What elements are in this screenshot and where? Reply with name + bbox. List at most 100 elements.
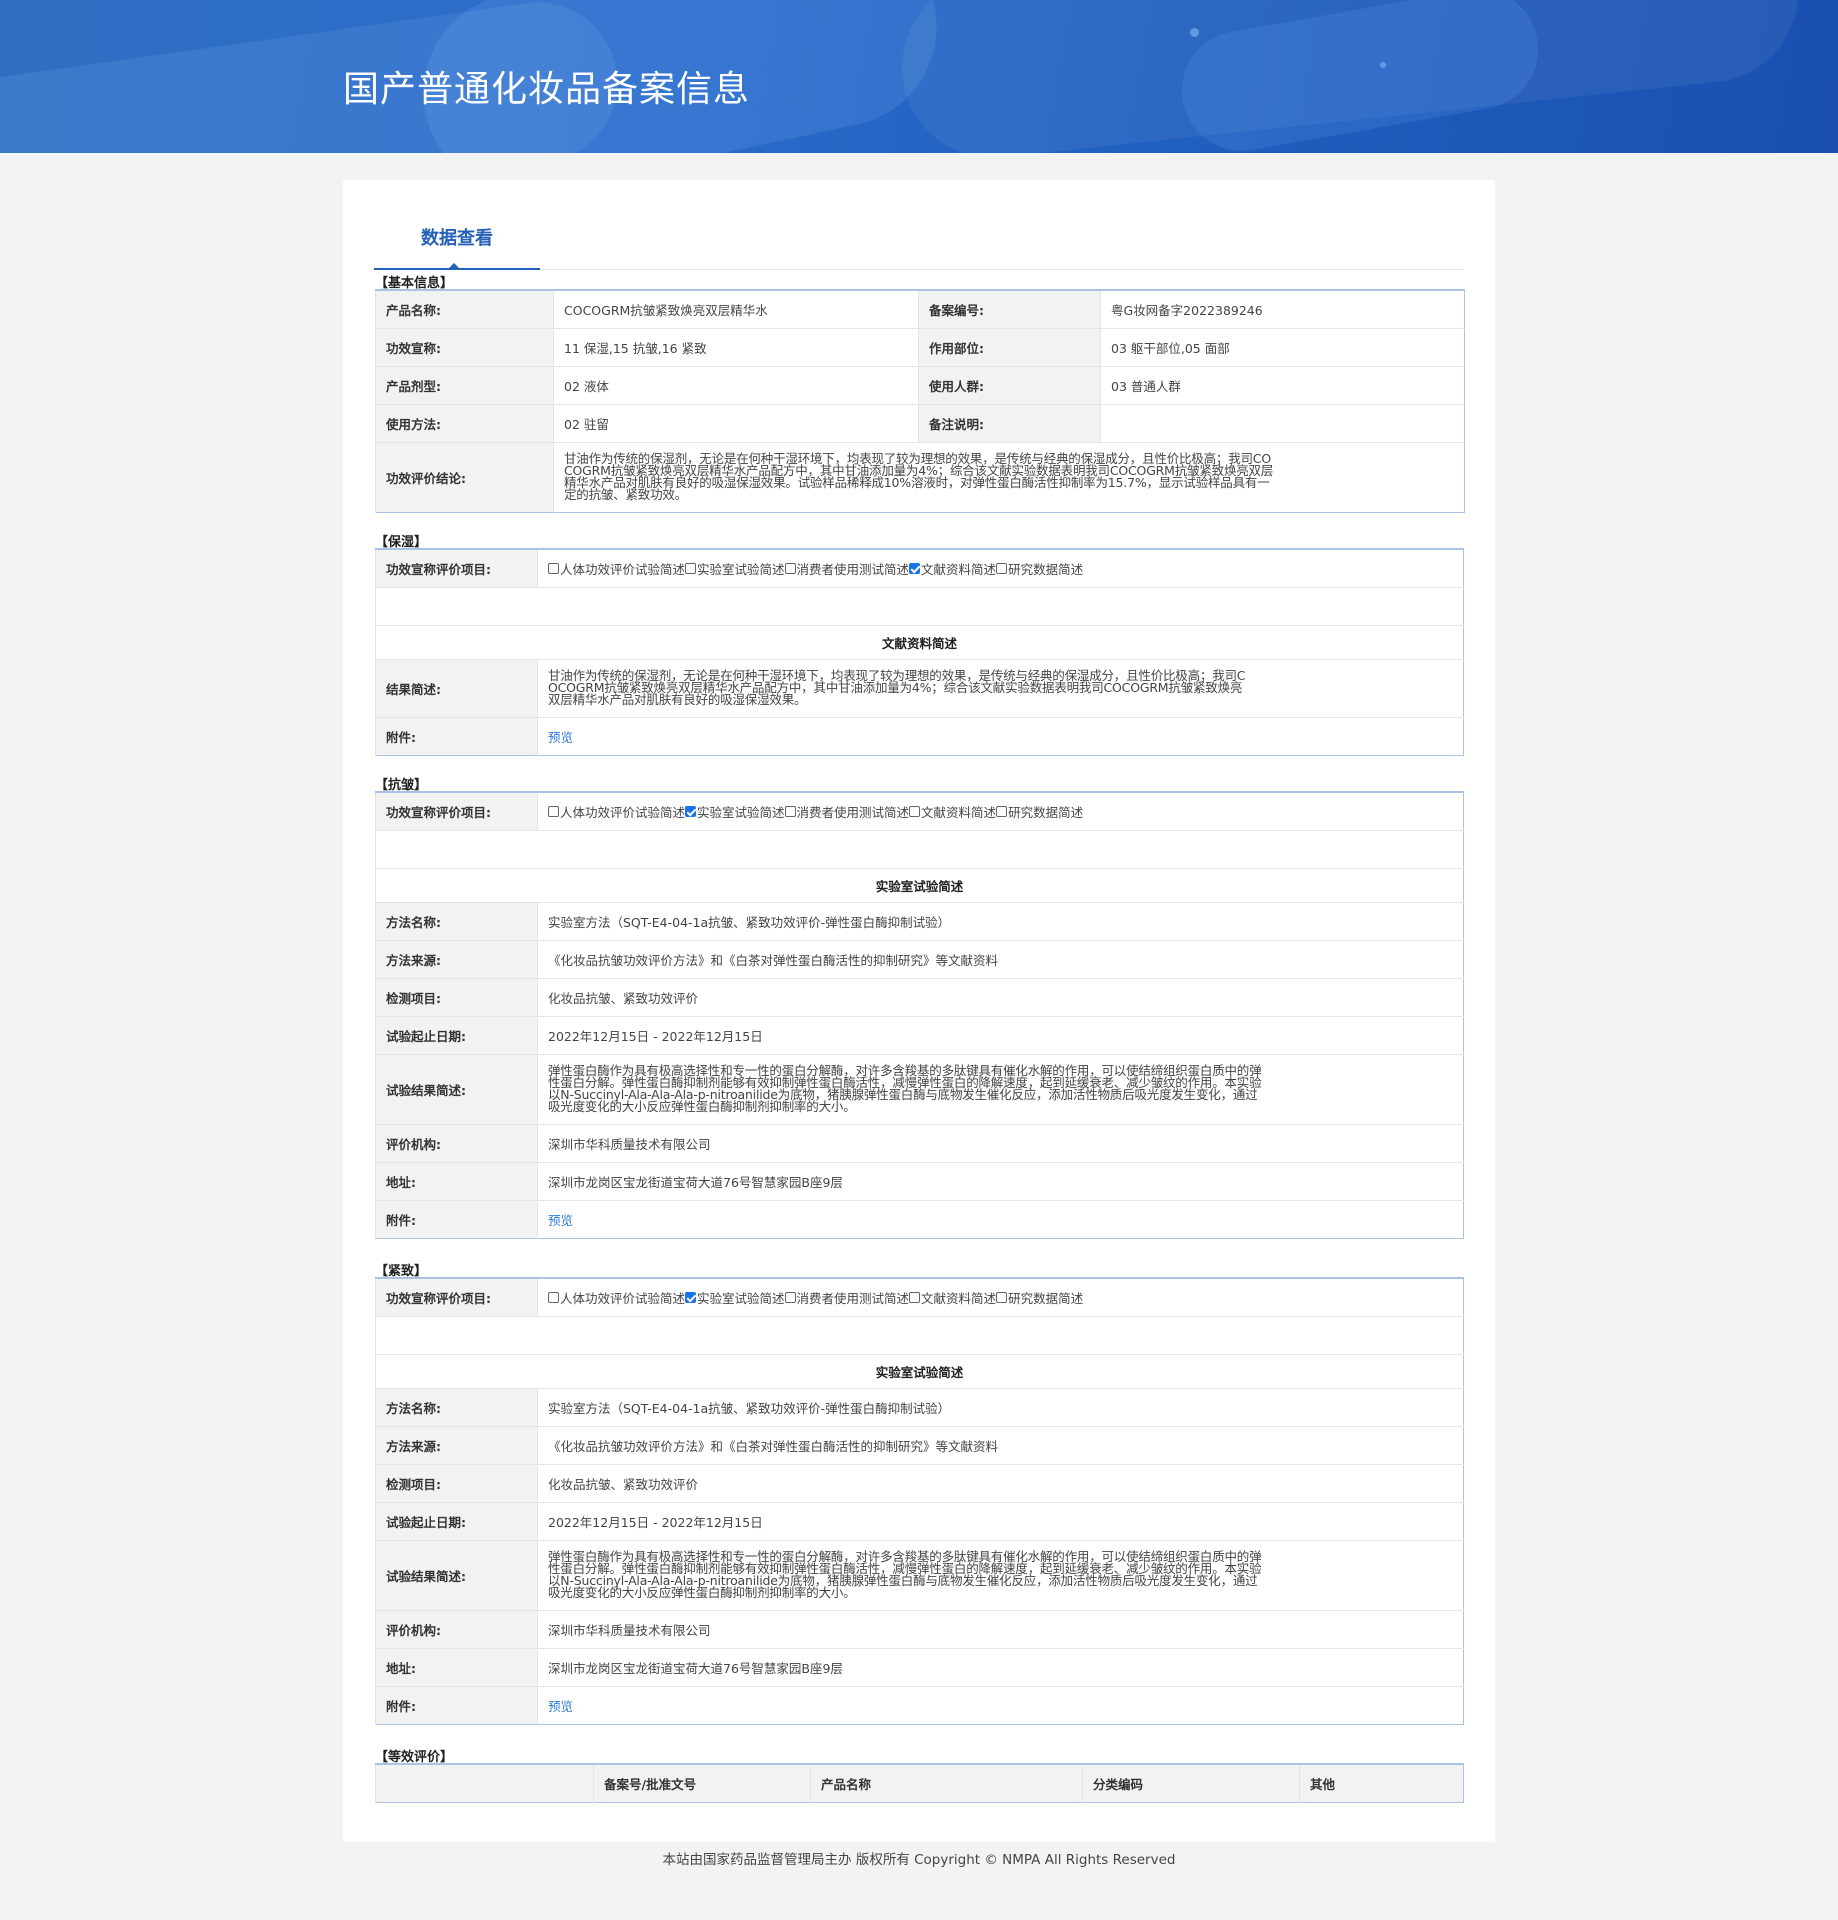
product-name-value: COCOGRM抗皱紧致焕亮双层精华水 [553,289,919,328]
checkbox-label: 人体功效评价试验简述 [560,561,686,577]
method-name-value: 实验室方法（SQT-E4-04-1a抗皱、紧致功效评价-弹性蛋白酶抑制试验） [537,1387,1464,1426]
checkbox-label: 文献资料简述 [921,1290,997,1306]
checkbox-unchecked[interactable] [548,805,559,817]
header-banner: 国产普通化妆品备案信息 [0,0,1838,153]
checkbox-unchecked[interactable] [996,1291,1008,1303]
checkbox-label: 消费者使用测试简述 [796,561,910,577]
checkbox-unchecked[interactable] [784,1291,796,1303]
table-row: 检测项目: 化妆品抗皱、紧致功效评价 [375,977,1464,1016]
checkbox-label: 研究数据简述 [1008,804,1084,820]
table-row: 试验结果简述: 弹性蛋白酶作为具有极高选择性和专一性的蛋白分解酶，对许多含羧基的… [375,1539,1464,1610]
subsection-title: 实验室试验简述 [375,1353,1464,1388]
banner-dot [1380,62,1386,68]
org-value: 深圳市华科质量技术有限公司 [537,1123,1464,1162]
checkbox-checked[interactable] [685,1291,697,1303]
table-row: 附件: 预览 [375,1199,1464,1238]
checkbox-unchecked[interactable] [996,805,1008,817]
eval-item-checkbox[interactable]: 人体功效评价试验简述 [548,559,685,578]
table-row: 功效宣称: 11 保湿,15 抗皱,16 紧致 作用部位: 03 躯干部位,05… [375,327,1465,366]
test-item-value: 化妆品抗皱、紧致功效评价 [537,1463,1464,1502]
conclusion-label: 功效评价结论: [375,441,554,512]
attachment-label: 附件: [375,1685,538,1724]
checkbox-unchecked[interactable] [784,805,796,817]
table-row: 实验室试验简述 [375,867,1464,902]
crowd-value: 03 普通人群 [1100,365,1465,404]
eval-item-checkbox[interactable]: 实验室试验简述 [685,802,785,821]
record-no-label: 备案编号: [918,289,1101,328]
eval-item-checkbox[interactable]: 研究数据简述 [996,1288,1083,1307]
table-row: 结果简述: 甘油作为传统的保湿剂，无论是在何种干湿环境下，均表现了较为理想的效果… [375,658,1464,717]
checkbox-unchecked[interactable] [909,1291,921,1303]
checkbox-label: 实验室试验简述 [697,1290,785,1306]
usage-label: 使用方法: [375,403,554,442]
table-row: 产品名称: COCOGRM抗皱紧致焕亮双层精华水 备案编号: 粤G妆网备字202… [375,289,1465,328]
eval-item-checkbox[interactable]: 研究数据简述 [996,802,1083,821]
address-label: 地址: [375,1161,538,1200]
column-header: 产品名称 [810,1764,1083,1802]
test-date-label: 试验起止日期: [375,1501,538,1540]
test-date-value: 2022年12月15日 - 2022年12月15日 [537,1501,1464,1540]
attachment-cell: 预览 [537,1685,1464,1724]
column-header [375,1764,594,1802]
eval-item-checkbox[interactable]: 消费者使用测试简述 [784,559,910,578]
claim-label: 功效宣称: [375,327,554,366]
tab-label: 数据查看 [421,228,493,249]
checkbox-label: 研究数据简述 [1008,561,1084,577]
eval-item-checkbox[interactable]: 文献资料简述 [909,1288,996,1307]
attachment-label: 附件: [375,1199,538,1238]
checkbox-unchecked[interactable] [548,562,559,574]
checkbox-unchecked[interactable] [996,562,1008,574]
method-name-label: 方法名称: [375,1387,538,1426]
eval-item-checkbox[interactable]: 文献资料简述 [909,559,996,578]
checkbox-label: 消费者使用测试简述 [796,804,910,820]
eval-items-label: 功效宣称评价项目: [375,548,538,587]
method-source-label: 方法来源: [375,939,538,978]
attachment-cell: 预览 [537,716,1464,755]
eval-item-checkbox[interactable]: 文献资料简述 [909,802,996,821]
record-no-value: 粤G妆网备字2022389246 [1100,289,1465,328]
table-row: 地址: 深圳市龙岗区宝龙街道宝荷大道76号智慧家园B座9层 [375,1647,1464,1686]
test-result-value: 弹性蛋白酶作为具有极高选择性和专一性的蛋白分解酶，对许多含羧基的多肽键具有催化水… [537,1539,1464,1610]
eval-item-checkbox[interactable]: 研究数据简述 [996,559,1083,578]
checkbox-unchecked[interactable] [784,562,796,574]
preview-link[interactable]: 预览 [548,730,573,745]
subsection-title: 文献资料简述 [375,624,1464,659]
crowd-label: 使用人群: [918,365,1101,404]
table-row: 附件: 预览 [375,1685,1464,1724]
table-row: 附件: 预览 [375,716,1464,755]
preview-link[interactable]: 预览 [548,1699,573,1714]
eval-item-checkbox[interactable]: 实验室试验简述 [685,559,785,578]
eval-item-checkbox[interactable]: 实验室试验简述 [685,1288,785,1307]
checkbox-unchecked[interactable] [685,562,697,574]
method-source-label: 方法来源: [375,1425,538,1464]
table-row: 试验结果简述: 弹性蛋白酶作为具有极高选择性和专一性的蛋白分解酶，对许多含羧基的… [375,1053,1464,1124]
eval-items-checkboxes: 人体功效评价试验简述 实验室试验简述 消费者使用测试简述 文献资料简述 研究数据简述 [537,548,1464,587]
preview-link[interactable]: 预览 [548,1213,573,1228]
eval-item-checkbox[interactable]: 消费者使用测试简述 [784,802,910,821]
checkbox-unchecked[interactable] [909,805,921,817]
eval-item-checkbox[interactable]: 人体功效评价试验简述 [548,1288,685,1307]
note-value [1100,403,1465,442]
eval-items-label: 功效宣称评价项目: [375,1277,538,1316]
antiwrinkle-table: 功效宣称评价项目: 人体功效评价试验简述 实验室试验简述 消费者使用测试简述 文献资料… [375,791,1464,1239]
blank-row [375,586,1464,625]
test-date-value: 2022年12月15日 - 2022年12月15日 [537,1015,1464,1054]
result-label: 结果简述: [375,658,538,717]
tab-data-view[interactable]: 数据查看 [374,204,540,270]
column-header: 其他 [1299,1764,1464,1802]
test-item-value: 化妆品抗皱、紧致功效评价 [537,977,1464,1016]
table-row: 功效评价结论: 甘油作为传统的保湿剂，无论是在何种干湿环境下，均表现了较为理想的… [375,441,1465,512]
checkbox-checked[interactable] [685,805,697,817]
tab-active-caret [448,263,460,269]
test-result-label: 试验结果简述: [375,1053,538,1124]
site-label: 作用部位: [918,327,1101,366]
checkbox-label: 研究数据简述 [1008,1290,1084,1306]
table-row: 文献资料简述 [375,624,1464,659]
table-row [375,586,1464,625]
checkbox-checked[interactable] [909,562,921,574]
eval-item-checkbox[interactable]: 消费者使用测试简述 [784,1288,909,1307]
note-label: 备注说明: [918,403,1101,442]
checkbox-unchecked[interactable] [548,1291,559,1303]
eval-item-checkbox[interactable]: 人体功效评价试验简述 [548,802,685,821]
claim-value: 11 保湿,15 抗皱,16 紧致 [553,327,919,366]
